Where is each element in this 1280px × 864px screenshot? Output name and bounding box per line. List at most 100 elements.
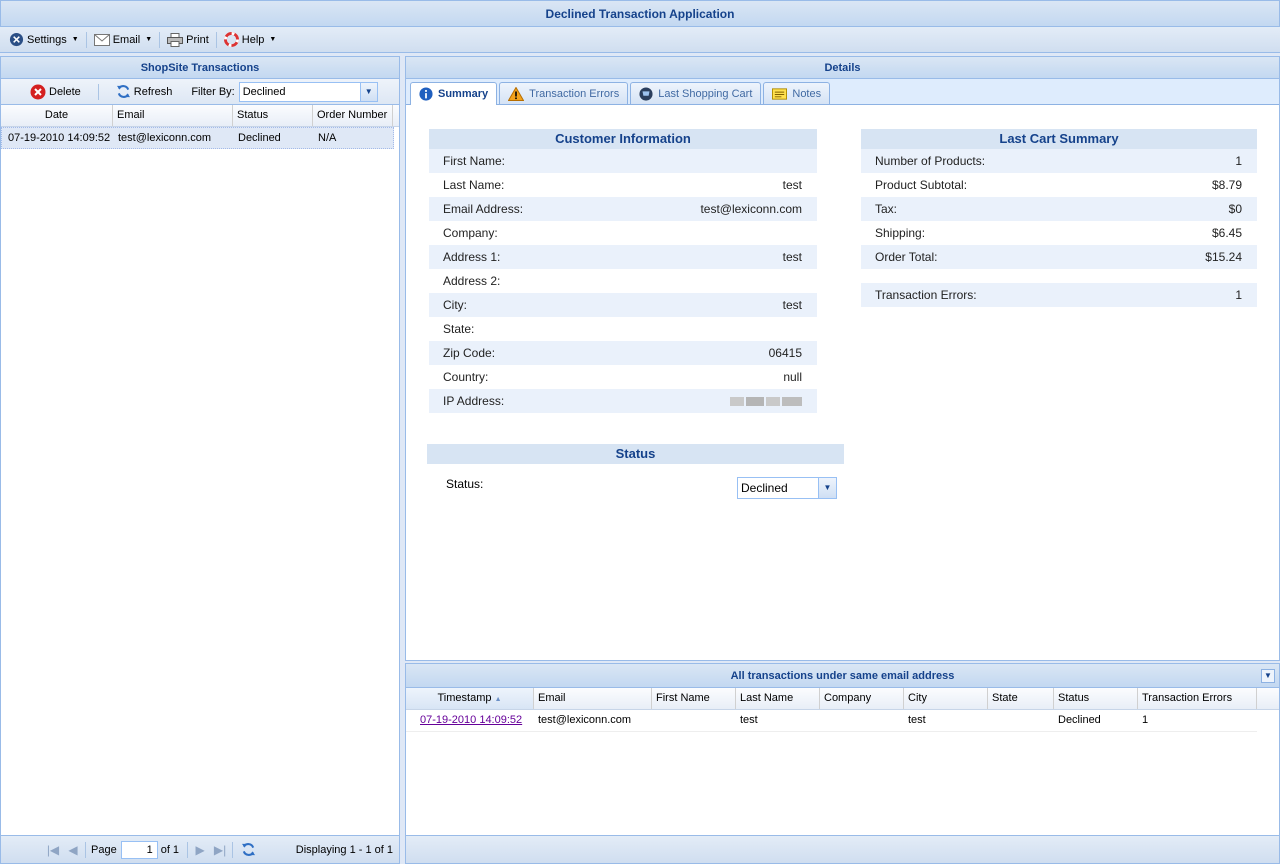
email-icon [93, 33, 110, 46]
field-value: 1 [1235, 288, 1242, 302]
column-header-state[interactable]: State [988, 688, 1054, 709]
field-label: Shipping: [875, 226, 926, 240]
customer-information-section: Customer Information First Name: Last Na… [429, 129, 817, 413]
field-order-total: Order Total: $15.24 [861, 245, 1257, 269]
last-cart-summary-heading: Last Cart Summary [861, 129, 1257, 149]
cell-date: 07-19-2010 14:09:52 [8, 132, 111, 144]
field-label: Transaction Errors: [875, 288, 977, 302]
field-label: Country: [443, 370, 489, 384]
column-header-first-name[interactable]: First Name [652, 688, 736, 709]
print-button[interactable]: Print [162, 29, 214, 51]
settings-label: Settings [27, 33, 67, 46]
page-number-input[interactable] [120, 840, 158, 859]
refresh-button[interactable]: Refresh [111, 81, 178, 103]
field-company: Company: [429, 221, 817, 245]
tab-last-shopping-cart[interactable]: Last Shopping Cart [630, 82, 762, 104]
cell-order-number: N/A [318, 132, 337, 144]
print-label: Print [186, 33, 209, 46]
main-toolbar: Settings ▼ Email ▼ Print Help ▼ [0, 27, 1280, 53]
column-header-email[interactable]: Email [113, 105, 233, 126]
delete-icon [30, 84, 46, 99]
bottom-toolbar [406, 835, 1279, 863]
field-label: Order Total: [875, 250, 938, 264]
column-header-order-number[interactable]: Order Number [313, 105, 393, 126]
toolbar-separator [159, 31, 161, 48]
column-header-timestamp[interactable]: Timestamp ▲ [406, 688, 534, 709]
status-label: Status: [446, 477, 484, 491]
field-label: Zip Code: [443, 346, 496, 360]
chevron-down-icon[interactable]: ▼ [359, 82, 377, 101]
delete-label: Delete [49, 85, 81, 98]
cart-fields: Number of Products: 1 Product Subtotal: $8… [861, 149, 1257, 269]
field-label: Last Name: [443, 178, 505, 192]
help-label: Help [241, 33, 265, 46]
tab-last-shopping-cart-label: Last Shopping Cart [658, 87, 753, 100]
column-header-city[interactable]: City [904, 688, 988, 709]
settings-menu-button[interactable]: Settings ▼ [4, 29, 84, 51]
transactions-panel-title: ShopSite Transactions [1, 57, 399, 79]
transactions-grid: Date Email Status Order Number 07-19-201… [1, 105, 399, 149]
field-value: $6.45 [1211, 226, 1242, 240]
field-label: Company: [443, 226, 498, 240]
settings-icon [9, 32, 24, 47]
status-select[interactable]: Declined ▼ [737, 477, 837, 499]
field-transaction-errors: Transaction Errors: 1 [861, 283, 1257, 307]
cell-transaction-errors: 1 [1142, 714, 1149, 726]
cart-icon [639, 86, 653, 101]
tab-notes-label: Notes [792, 87, 822, 100]
tab-summary[interactable]: Summary [410, 82, 498, 105]
tab-transaction-errors-label: Transaction Errors [529, 87, 620, 100]
warning-icon [508, 86, 525, 101]
column-header-company[interactable]: Company [820, 688, 904, 709]
table-row[interactable]: 07-19-2010 14:09:52 test@lexiconn.com De… [1, 127, 394, 149]
email-menu-button[interactable]: Email ▼ [89, 29, 157, 51]
tab-transaction-errors[interactable]: Transaction Errors [499, 82, 629, 104]
refresh-icon [116, 85, 130, 98]
email-label: Email [112, 33, 141, 46]
field-value: null [783, 370, 802, 384]
field-ip-address: IP Address: [429, 389, 817, 413]
column-header-transaction-errors[interactable]: Transaction Errors [1138, 688, 1257, 709]
field-value: test [782, 298, 802, 312]
notes-icon [772, 87, 788, 100]
tab-notes[interactable]: Notes [763, 82, 831, 104]
field-value: 1 [1235, 154, 1242, 168]
table-row[interactable]: 07-19-2010 14:09:52 test@lexiconn.com te… [406, 710, 1257, 732]
page-count: of 1 [160, 843, 180, 856]
field-label: IP Address: [443, 394, 505, 408]
toolbar-separator [97, 83, 99, 100]
column-header-date[interactable]: Date [1, 105, 113, 126]
toolbar-separator [85, 841, 86, 858]
field-value: $8.79 [1211, 178, 1242, 192]
collapse-icon[interactable]: ▼ [1261, 669, 1275, 683]
previous-page-icon[interactable]: ◀ [63, 843, 83, 857]
column-header-email[interactable]: Email [534, 688, 652, 709]
column-header-last-name[interactable]: Last Name [736, 688, 820, 709]
filter-select[interactable]: Declined ▼ [238, 81, 378, 102]
details-tabs: Summary Transaction Errors Last Shopping… [406, 79, 1279, 105]
next-page-icon[interactable]: ▶ [190, 843, 210, 857]
refresh-label: Refresh [133, 85, 173, 98]
help-menu-button[interactable]: Help ▼ [219, 29, 282, 51]
timestamp-link[interactable]: 07-19-2010 14:09:52 [420, 714, 522, 726]
first-page-icon[interactable]: |◀ [43, 843, 63, 857]
field-value: test [782, 250, 802, 264]
column-header-status[interactable]: Status [1054, 688, 1138, 709]
cell-last-name: test [740, 714, 758, 726]
field-label: Address 1: [443, 250, 501, 264]
toolbar-separator [85, 31, 87, 48]
column-header-status[interactable]: Status [233, 105, 313, 126]
same-email-panel-title-text: All transactions under same email addres… [730, 670, 955, 682]
last-page-icon[interactable]: ▶| [210, 843, 230, 857]
info-icon [419, 87, 433, 101]
transactions-toolbar: Delete Refresh Filter By: Declined ▼ [1, 79, 399, 105]
transactions-panel: ShopSite Transactions Delete Refresh Fil… [0, 56, 400, 864]
paging-toolbar: |◀ ◀ Page of 1 ▶ ▶| Displaying 1 - 1 of … [1, 835, 399, 863]
app-title: Declined Transaction Application [0, 0, 1280, 27]
delete-button[interactable]: Delete [25, 81, 86, 103]
field-shipping: Shipping: $6.45 [861, 221, 1257, 245]
grid-header: Date Email Status Order Number [1, 105, 399, 127]
field-label: First Name: [443, 154, 506, 168]
refresh-icon[interactable] [241, 842, 256, 857]
chevron-down-icon[interactable]: ▼ [818, 478, 836, 498]
